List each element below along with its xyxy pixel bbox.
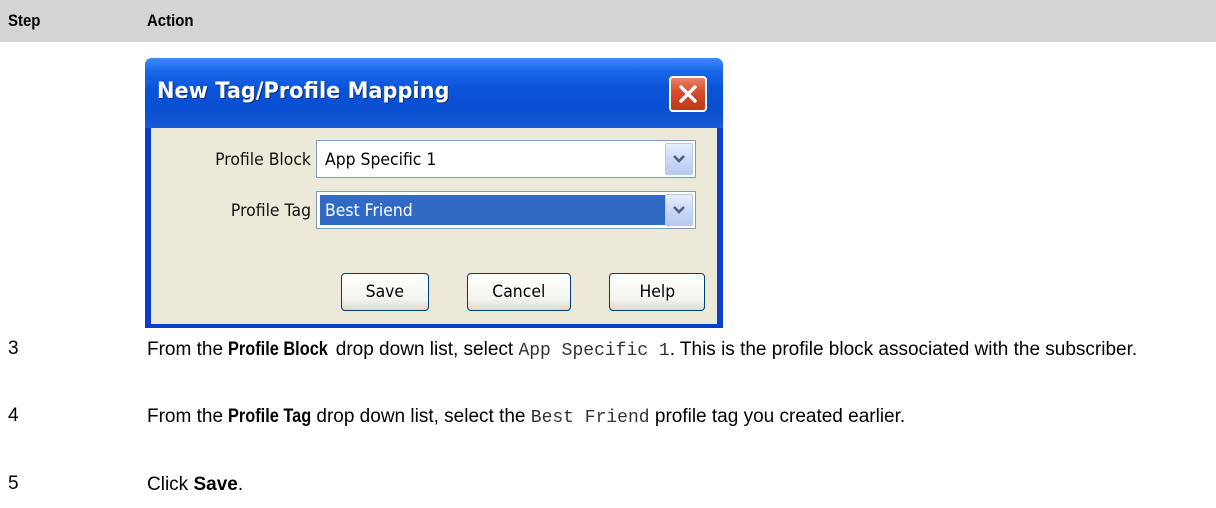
save-button[interactable]: Save [341, 273, 429, 311]
code-value: Best Friend [530, 408, 650, 428]
step-instruction: From the Profile Block drop down list, s… [147, 337, 1207, 364]
step-text: . This is the profile block associated w… [669, 339, 1138, 360]
step-number: 4 [8, 405, 19, 426]
step-text: From the [147, 406, 229, 427]
help-button-label: Help [639, 282, 675, 302]
step-text: drop down list, select [330, 339, 519, 360]
profile-tag-select[interactable]: Best Friend [316, 191, 696, 229]
cancel-button-label: Cancel [492, 282, 546, 302]
profile-block-value: App Specific 1 [325, 150, 437, 170]
dialog-body: Profile Block App Specific 1 Profile Tag… [151, 128, 717, 324]
step-text: Click [147, 474, 194, 495]
chevron-down-icon [673, 206, 685, 214]
close-icon [679, 85, 697, 103]
profile-block-label: Profile Block [215, 150, 311, 170]
action-column-header: Action [147, 11, 194, 30]
new-tag-profile-mapping-dialog: New Tag/Profile Mapping Profile Block Ap… [145, 58, 723, 328]
step-text: profile tag you created earlier. [649, 406, 906, 427]
close-button[interactable] [669, 76, 707, 112]
step-number: 5 [8, 473, 19, 494]
step-text: drop down list, select the [311, 406, 531, 427]
chevron-down-icon [673, 155, 685, 163]
step-text: From the [147, 339, 229, 360]
ui-term: Profile Tag [228, 406, 312, 427]
ui-term: Save [193, 474, 238, 495]
profile-tag-value: Best Friend [325, 201, 413, 221]
table-header: Step Action [0, 0, 1216, 42]
profile-block-select[interactable]: App Specific 1 [316, 140, 696, 178]
step-column-header: Step [8, 11, 41, 30]
step-text: . [237, 474, 244, 495]
profile-block-dropdown-button[interactable] [665, 143, 693, 175]
profile-tag-label: Profile Tag [230, 201, 311, 221]
cancel-button[interactable]: Cancel [467, 273, 571, 311]
dialog-title: New Tag/Profile Mapping [157, 79, 450, 104]
help-button[interactable]: Help [609, 273, 705, 311]
ui-term: Profile Block [228, 339, 329, 360]
step-instruction: From the Profile Tag drop down list, sel… [147, 404, 1207, 431]
dialog-titlebar[interactable]: New Tag/Profile Mapping [145, 58, 723, 128]
step-instruction: Click Save. [147, 472, 1207, 497]
profile-tag-dropdown-button[interactable] [665, 194, 693, 226]
save-button-label: Save [365, 282, 405, 302]
step-number: 3 [8, 338, 19, 359]
code-value: App Specific 1 [518, 341, 670, 361]
